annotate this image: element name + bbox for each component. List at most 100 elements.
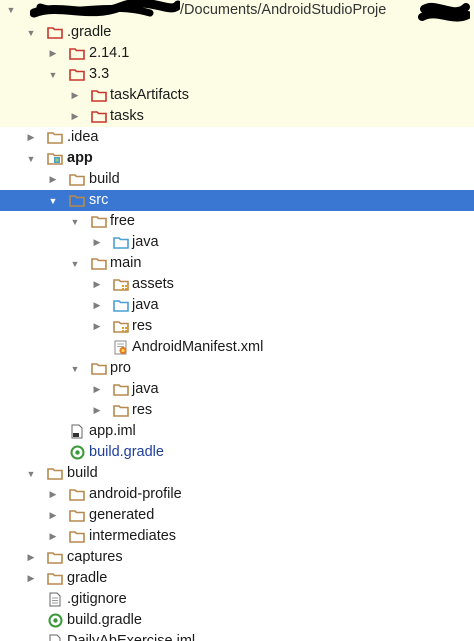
tree-row-gitignore[interactable]: .gitignore (0, 589, 474, 610)
iml-file-icon (46, 634, 64, 641)
tree-row-label: captures (67, 549, 123, 565)
tree-row-label: java (132, 234, 159, 250)
tree-row-android-profile[interactable]: ▶ android-profile (0, 484, 474, 505)
tree-row-taskartifacts[interactable]: ▶ taskArtifacts (0, 85, 474, 106)
chevron-right-icon[interactable]: ▶ (90, 274, 104, 295)
folder-icon (90, 256, 108, 271)
chevron-right-icon[interactable]: ▶ (90, 295, 104, 316)
tree-row-label: pro (110, 360, 131, 376)
folder-excluded-icon (68, 46, 86, 61)
tree-row-label: app (67, 150, 93, 166)
tree-row-label: main (110, 255, 142, 271)
tree-row-label: 3.3 (89, 66, 110, 82)
chevron-down-icon[interactable]: ▼ (24, 22, 38, 43)
chevron-down-icon[interactable]: ▼ (46, 190, 60, 211)
tree-row-assets[interactable]: ▶ assets (0, 274, 474, 295)
chevron-down-icon[interactable]: ▼ (24, 463, 38, 484)
tree-row-generated[interactable]: ▶ generated (0, 505, 474, 526)
tree-row-tasks[interactable]: ▶ tasks (0, 106, 474, 127)
folder-excluded-icon (90, 88, 108, 103)
chevron-right-icon[interactable]: ▶ (68, 106, 82, 127)
tree-row-captures[interactable]: ▶ captures (0, 547, 474, 568)
tree-row-label: build (67, 465, 98, 481)
tree-row-android-manifest[interactable]: AndroidManifest.xml (0, 337, 474, 358)
chevron-down-icon[interactable]: ▼ (68, 211, 82, 232)
folder-icon (46, 130, 64, 145)
tree-row-label: .gradle (67, 24, 112, 40)
tree-row-label: java (132, 381, 159, 397)
tree-row-label: app.iml (89, 423, 136, 439)
folder-icon (46, 466, 64, 481)
chevron-right-icon[interactable]: ▶ (24, 127, 38, 148)
tree-row-root-build[interactable]: ▼ build (0, 463, 474, 484)
tree-row-free[interactable]: ▼ free (0, 211, 474, 232)
tree-row-app-build-gradle[interactable]: build.gradle (0, 442, 474, 463)
chevron-right-icon[interactable]: ▶ (24, 547, 38, 568)
chevron-right-icon[interactable]: ▶ (46, 43, 60, 64)
tree-row-label: .idea (67, 129, 99, 145)
tree-row-gradle[interactable]: ▶ gradle (0, 568, 474, 589)
tree-row-gradle-dir[interactable]: ▼ .gradle (0, 22, 474, 43)
chevron-right-icon[interactable]: ▶ (90, 232, 104, 253)
tree-row-app-build[interactable]: ▶ build (0, 169, 474, 190)
tree-row-label: taskArtifacts (110, 87, 189, 103)
chevron-right-icon[interactable]: ▶ (68, 85, 82, 106)
tree-row-pro[interactable]: ▼ pro (0, 358, 474, 379)
chevron-down-icon[interactable]: ▼ (46, 64, 60, 85)
chevron-down-icon[interactable]: ▼ (68, 358, 82, 379)
chevron-down-icon[interactable]: ▼ (4, 0, 18, 20)
tree-row-main-res[interactable]: ▶ res (0, 316, 474, 337)
tree-row-root[interactable]: ▼ /Documents/AndroidStudioProje (0, 0, 474, 23)
tree-row-label: res (132, 318, 153, 334)
folder-icon (68, 508, 86, 523)
chevron-right-icon[interactable]: ▶ (46, 169, 60, 190)
folder-excluded-icon (46, 25, 64, 40)
folder-icon (112, 403, 130, 418)
folder-excluded-icon (68, 67, 86, 82)
chevron-right-icon[interactable]: ▶ (90, 400, 104, 421)
gradle-file-icon (46, 613, 64, 628)
tree-row-label: tasks (110, 108, 144, 124)
text-file-icon (46, 592, 64, 607)
tree-row-src-selected[interactable]: ▼ src (0, 190, 474, 211)
chevron-right-icon[interactable]: ▶ (90, 379, 104, 400)
project-tree: ▼ /Documents/AndroidStudioProje ▼ .gradl… (0, 0, 474, 641)
chevron-right-icon[interactable]: ▶ (24, 568, 38, 589)
tree-row-label: java (132, 297, 159, 313)
android-manifest-icon (112, 340, 130, 355)
tree-row-2-14-1[interactable]: ▶ 2.14.1 (0, 43, 474, 64)
tree-row-app[interactable]: ▼ app (0, 148, 474, 169)
tree-row-project-iml[interactable]: DailyAbExercise.iml (0, 631, 474, 641)
tree-row-free-java[interactable]: ▶ java (0, 232, 474, 253)
tree-row-label: build.gradle (89, 444, 164, 460)
redaction-scribble (30, 0, 180, 18)
tree-row-main[interactable]: ▼ main (0, 253, 474, 274)
chevron-right-icon[interactable]: ▶ (46, 505, 60, 526)
tree-row-root-build-gradle[interactable]: build.gradle (0, 610, 474, 631)
tree-row-label: android-profile (89, 486, 182, 502)
tree-row-app-iml[interactable]: app.iml (0, 421, 474, 442)
root-path-label: /Documents/AndroidStudioProje (180, 2, 387, 18)
tree-row-label: src (89, 192, 109, 208)
tree-row-idea[interactable]: ▶ .idea (0, 127, 474, 148)
chevron-right-icon[interactable]: ▶ (46, 484, 60, 505)
tree-row-pro-java[interactable]: ▶ java (0, 379, 474, 400)
tree-row-intermediates[interactable]: ▶ intermediates (0, 526, 474, 547)
chevron-down-icon[interactable]: ▼ (24, 148, 38, 169)
tree-row-pro-res[interactable]: ▶ res (0, 400, 474, 421)
tree-row-main-java[interactable]: ▶ java (0, 295, 474, 316)
folder-icon (68, 172, 86, 187)
tree-row-label: DailyAbExercise.iml (67, 633, 196, 641)
folder-excluded-icon (90, 109, 108, 124)
tree-row-label: AndroidManifest.xml (132, 339, 264, 355)
tree-row-label: res (132, 402, 153, 418)
resource-folder-icon (112, 319, 130, 334)
tree-row-label: intermediates (89, 528, 177, 544)
chevron-down-icon[interactable]: ▼ (68, 253, 82, 274)
source-folder-icon (112, 298, 130, 313)
tree-row-label: generated (89, 507, 155, 523)
tree-row-3-3[interactable]: ▼ 3.3 (0, 64, 474, 85)
chevron-right-icon[interactable]: ▶ (90, 316, 104, 337)
folder-icon (90, 214, 108, 229)
chevron-right-icon[interactable]: ▶ (46, 526, 60, 547)
